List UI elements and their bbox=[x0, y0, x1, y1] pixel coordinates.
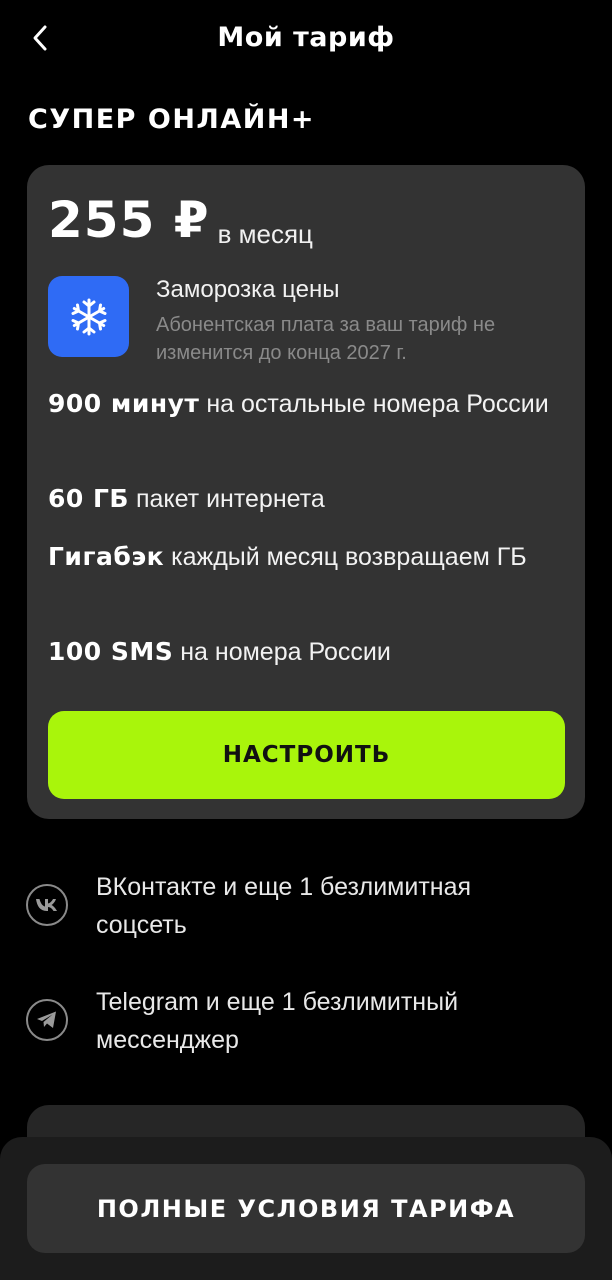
feature-value: 100 SMS bbox=[48, 637, 174, 666]
feature-value: Гигабэк bbox=[48, 542, 165, 571]
feature-sms: 100 SMS на номера России bbox=[48, 633, 568, 671]
vk-icon bbox=[26, 884, 68, 926]
feature-text: каждый месяц возвращаем ГБ bbox=[171, 543, 527, 571]
tariff-card: 255 ₽ в месяц Заморозка цены Абонентская… bbox=[27, 165, 585, 819]
feature-value: 900 минут bbox=[48, 389, 200, 418]
feature-internet: 60 ГБ пакет интернета bbox=[48, 480, 568, 518]
feature-minutes: 900 минут на остальные номера России bbox=[48, 385, 568, 423]
full-terms-button[interactable]: ПОЛНЫЕ УСЛОВИЯ ТАРИФА bbox=[27, 1164, 585, 1253]
price-freeze-description: Абонентская плата за ваш тариф не измени… bbox=[156, 314, 496, 364]
header: Мой тариф bbox=[0, 0, 612, 76]
price-row: 255 ₽ в месяц bbox=[48, 191, 313, 249]
social-vk-text: ВКонтакте и еще 1 безлимитная соцсеть bbox=[96, 873, 472, 939]
feature-text: пакет интернета bbox=[135, 485, 325, 513]
feature-text: на остальные номера России bbox=[206, 390, 549, 418]
price: 255 ₽ bbox=[48, 191, 210, 249]
plan-name: СУПЕР ОНЛАЙН+ bbox=[28, 104, 316, 135]
feature-text: на номера России bbox=[180, 638, 391, 666]
social-telegram-text: Telegram и еще 1 безлимитный мессенджер bbox=[96, 988, 459, 1054]
feature-value: 60 ГБ bbox=[48, 484, 129, 513]
price-period: в месяц bbox=[217, 219, 313, 249]
telegram-icon bbox=[26, 999, 68, 1041]
snowflake-icon bbox=[48, 276, 129, 357]
price-freeze-title: Заморозка цены bbox=[156, 276, 340, 303]
tariff-screen: Мой тариф СУПЕР ОНЛАЙН+ 255 ₽ в месяц За… bbox=[0, 0, 612, 1280]
setup-button[interactable]: НАСТРОИТЬ bbox=[48, 711, 565, 799]
page-title: Мой тариф bbox=[217, 22, 395, 53]
feature-gigaback: Гигабэк каждый месяц возвращаем ГБ bbox=[48, 538, 568, 576]
